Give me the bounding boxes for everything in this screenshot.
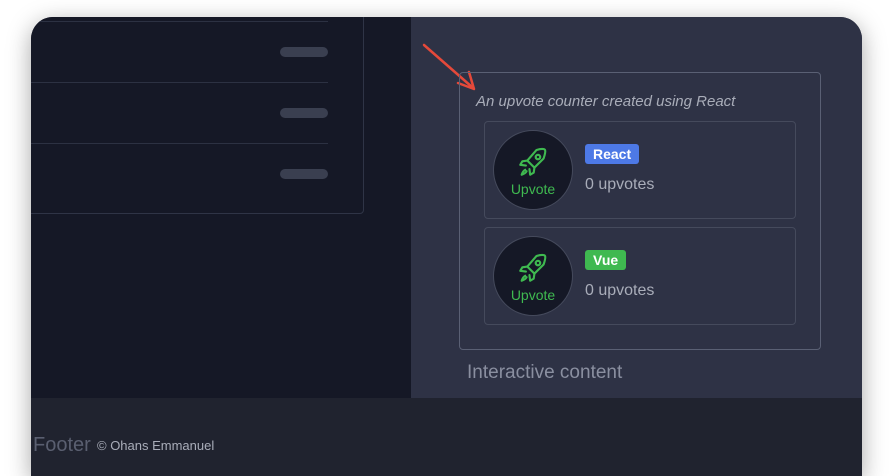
rocket-icon <box>519 253 547 282</box>
rocket-icon <box>519 147 547 176</box>
list-row <box>31 82 328 143</box>
footer-copyright: © Ohans Emmanuel <box>97 438 215 453</box>
upvote-button[interactable]: Upvote <box>493 236 573 316</box>
upvote-label: Upvote <box>510 287 556 303</box>
upvote-label: Upvote <box>510 181 556 197</box>
section-title: Interactive content <box>467 362 623 383</box>
upvote-demo-frame: An upvote counter created using React Up… <box>459 72 821 350</box>
demo-caption: An upvote counter created using React <box>476 93 736 110</box>
placeholder-pill <box>280 169 328 179</box>
upvote-button[interactable]: Upvote <box>493 130 573 210</box>
footer: Footer © Ohans Emmanuel <box>31 398 862 476</box>
framework-tag: React <box>585 144 640 164</box>
app-window: An upvote counter created using React Up… <box>31 17 862 476</box>
footer-title: Footer <box>33 434 91 456</box>
placeholder-pill <box>280 47 328 57</box>
list-row <box>31 143 328 204</box>
left-pane <box>31 17 411 398</box>
framework-tag: Vue <box>585 250 627 270</box>
list-row <box>31 21 328 82</box>
upvote-counter-vue: Upvote Vue 0 upvotes <box>484 227 796 325</box>
list-card <box>31 17 364 214</box>
placeholder-pill <box>280 108 328 118</box>
upvote-counter-react: Upvote React 0 upvotes <box>484 121 796 219</box>
upvote-count: 0 upvotes <box>585 176 655 193</box>
upvote-count: 0 upvotes <box>585 282 655 299</box>
